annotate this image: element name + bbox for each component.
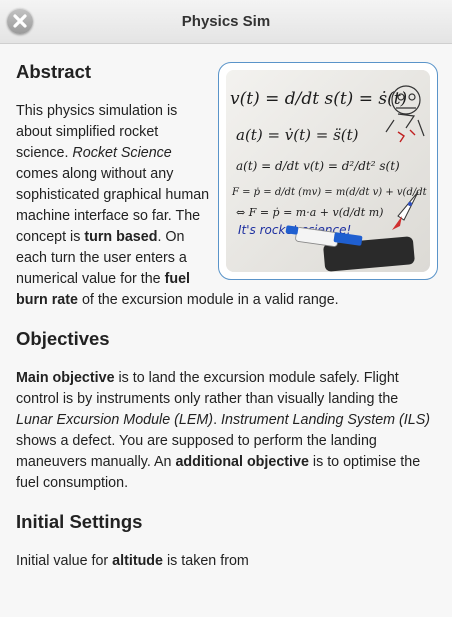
abstract-text: of the excursion module in a valid range…	[77, 292, 339, 308]
equation-3: a(t) = d/dt v(t) = d²/dt² s(t)	[236, 159, 400, 173]
initial-text: Initial value for	[16, 553, 113, 569]
abstract-strong: turn based	[84, 229, 158, 245]
abstract-emphasis: Rocket Science	[72, 145, 172, 161]
equation-4: F = ṗ = d/dt (mv) = m(d/dt v) + v(d/dt m…	[231, 187, 430, 198]
objectives-paragraph: Main objective is to land the excursion …	[16, 368, 436, 494]
objectives-strong: Main objective	[16, 370, 115, 386]
initial-strong: altitude	[112, 553, 163, 569]
rocket-science-image: v(t) = d/dt s(t) = ṡ(t) a(t) = v̇(t) = s…	[218, 62, 438, 280]
initial-text: is taken from	[163, 553, 249, 569]
whiteboard-drawing: v(t) = d/dt s(t) = ṡ(t) a(t) = v̇(t) = s…	[226, 70, 430, 272]
objectives-heading: Objectives	[16, 328, 110, 349]
objectives-emphasis: Instrument Landing System (ILS)	[221, 412, 431, 428]
equation-1: v(t) = d/dt s(t) = ṡ(t)	[230, 89, 407, 109]
content-area: v(t) = d/dt s(t) = ṡ(t) a(t) = v̇(t) = s…	[16, 60, 438, 572]
initial-settings-heading: Initial Settings	[16, 511, 143, 532]
objectives-text: .	[213, 412, 222, 428]
initial-settings-paragraph: Initial value for altitude is taken from	[16, 551, 436, 572]
page-title: Physics Sim	[181, 13, 271, 30]
objectives-emphasis: Lunar Excursion Module (LEM)	[16, 412, 214, 428]
objectives-strong: additional objective	[175, 454, 309, 470]
equation-2: a(t) = v̇(t) = s̈(t)	[236, 126, 359, 144]
header-bar: Physics Sim	[0, 0, 452, 44]
equation-5: ⇔ F = ṗ = m·a + v(d/dt m)	[236, 206, 383, 219]
whiteboard-photo: v(t) = d/dt s(t) = ṡ(t) a(t) = v̇(t) = s…	[226, 70, 430, 272]
